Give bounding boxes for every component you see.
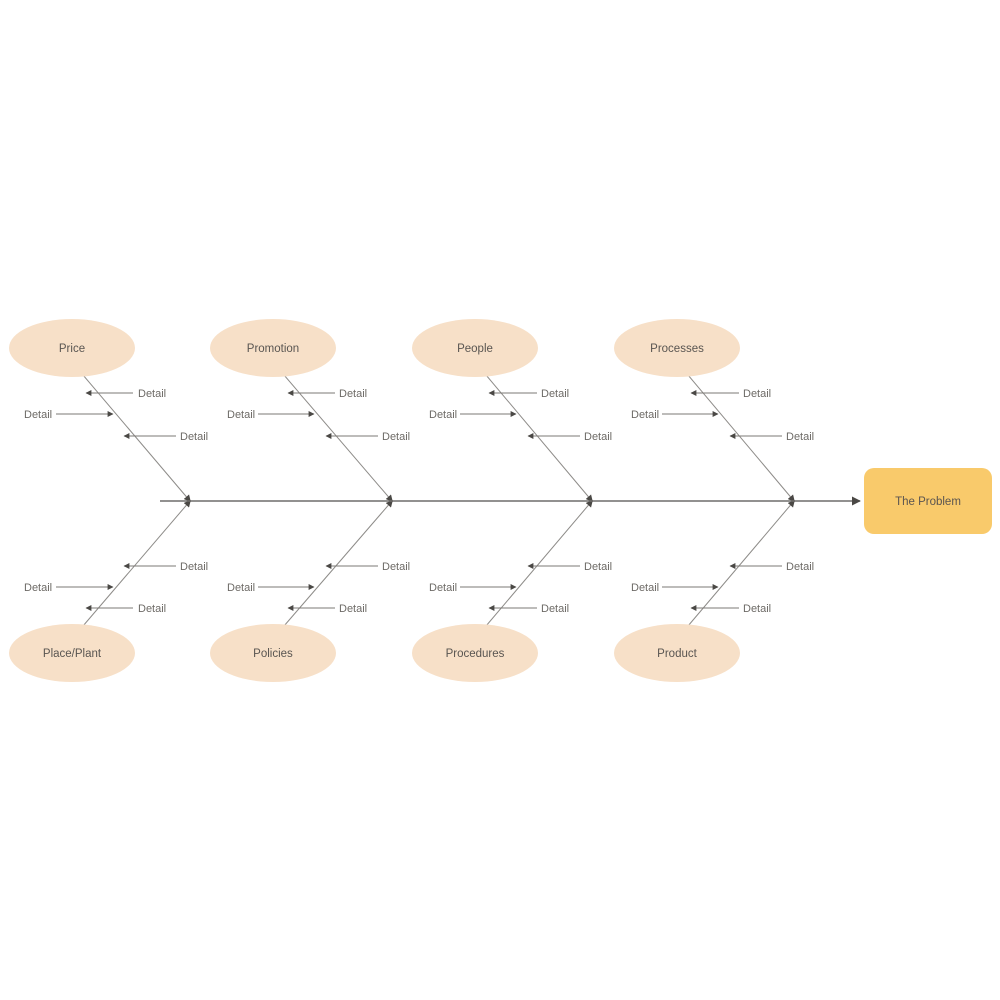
detail-promotion-2-label[interactable]: Detail [227,409,255,421]
detail-people-2-label[interactable]: Detail [429,409,457,421]
problem-layer: The Problem [864,468,992,534]
detail-processes-2-label[interactable]: Detail [631,409,659,421]
detail-place-plant-1-label[interactable]: Detail [180,561,208,573]
detail-price-2-label[interactable]: Detail [24,409,52,421]
detail-policies-2-label[interactable]: Detail [227,582,255,594]
detail-product-3-label[interactable]: Detail [743,603,771,615]
detail-procedures-1-label[interactable]: Detail [584,561,612,573]
bone-line-place-plant [82,499,191,627]
problem-label: The Problem [895,496,961,508]
detail-place-plant-3-label[interactable]: Detail [138,603,166,615]
detail-processes-1-label[interactable]: Detail [743,388,771,400]
detail-processes-3-label[interactable]: Detail [786,431,814,443]
fishbone-diagram-canvas: Detail Detail Detail Detail Detail Detail Deta… [0,0,1000,1000]
bone-line-processes [687,374,795,503]
category-label-people: People [457,343,493,355]
detail-product-1-label[interactable]: Detail [786,561,814,573]
detail-people-1-label[interactable]: Detail [541,388,569,400]
category-label-procedures: Procedures [446,648,505,660]
category-label-policies: Policies [253,648,293,660]
detail-price-1-label[interactable]: Detail [138,388,166,400]
detail-policies-1-label[interactable]: Detail [382,561,410,573]
bone-line-people [485,374,593,503]
bone-line-procedures [485,499,593,627]
detail-promotion-1-label[interactable]: Detail [339,388,367,400]
category-label-price: Price [59,343,85,355]
category-label-product: Product [657,648,697,660]
category-label-processes: Processes [650,343,704,355]
category-label-promotion: Promotion [247,343,299,355]
detail-procedures-3-label[interactable]: Detail [541,603,569,615]
detail-procedures-2-label[interactable]: Detail [429,582,457,594]
bone-line-product [687,499,795,627]
bone-line-price [82,374,191,503]
category-label-place-plant: Place/Plant [43,648,102,660]
detail-place-plant-2-label[interactable]: Detail [24,582,52,594]
detail-policies-3-label[interactable]: Detail [339,603,367,615]
bone-line-policies [283,499,393,627]
detail-price-3-label[interactable]: Detail [180,431,208,443]
detail-product-2-label[interactable]: Detail [631,582,659,594]
detail-people-3-label[interactable]: Detail [584,431,612,443]
detail-promotion-3-label[interactable]: Detail [382,431,410,443]
fishbone-diagram-svg: Detail Detail Detail Detail Detail Detail Deta… [9,319,992,682]
bone-line-promotion [283,374,393,503]
